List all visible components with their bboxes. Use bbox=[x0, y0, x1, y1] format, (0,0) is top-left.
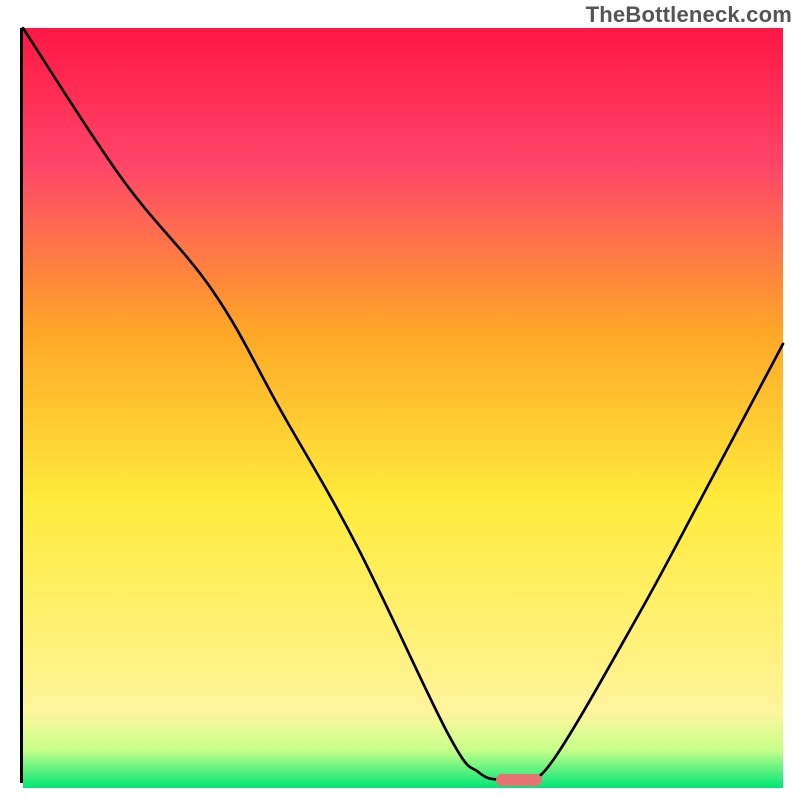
bottleneck-curve-path bbox=[23, 28, 783, 782]
bottleneck-chart: TheBottleneck.com bbox=[0, 0, 800, 800]
optimal-range-marker bbox=[496, 774, 542, 786]
plot-area bbox=[20, 28, 783, 783]
watermark-text: TheBottleneck.com bbox=[586, 2, 792, 28]
curve-layer bbox=[23, 28, 783, 780]
